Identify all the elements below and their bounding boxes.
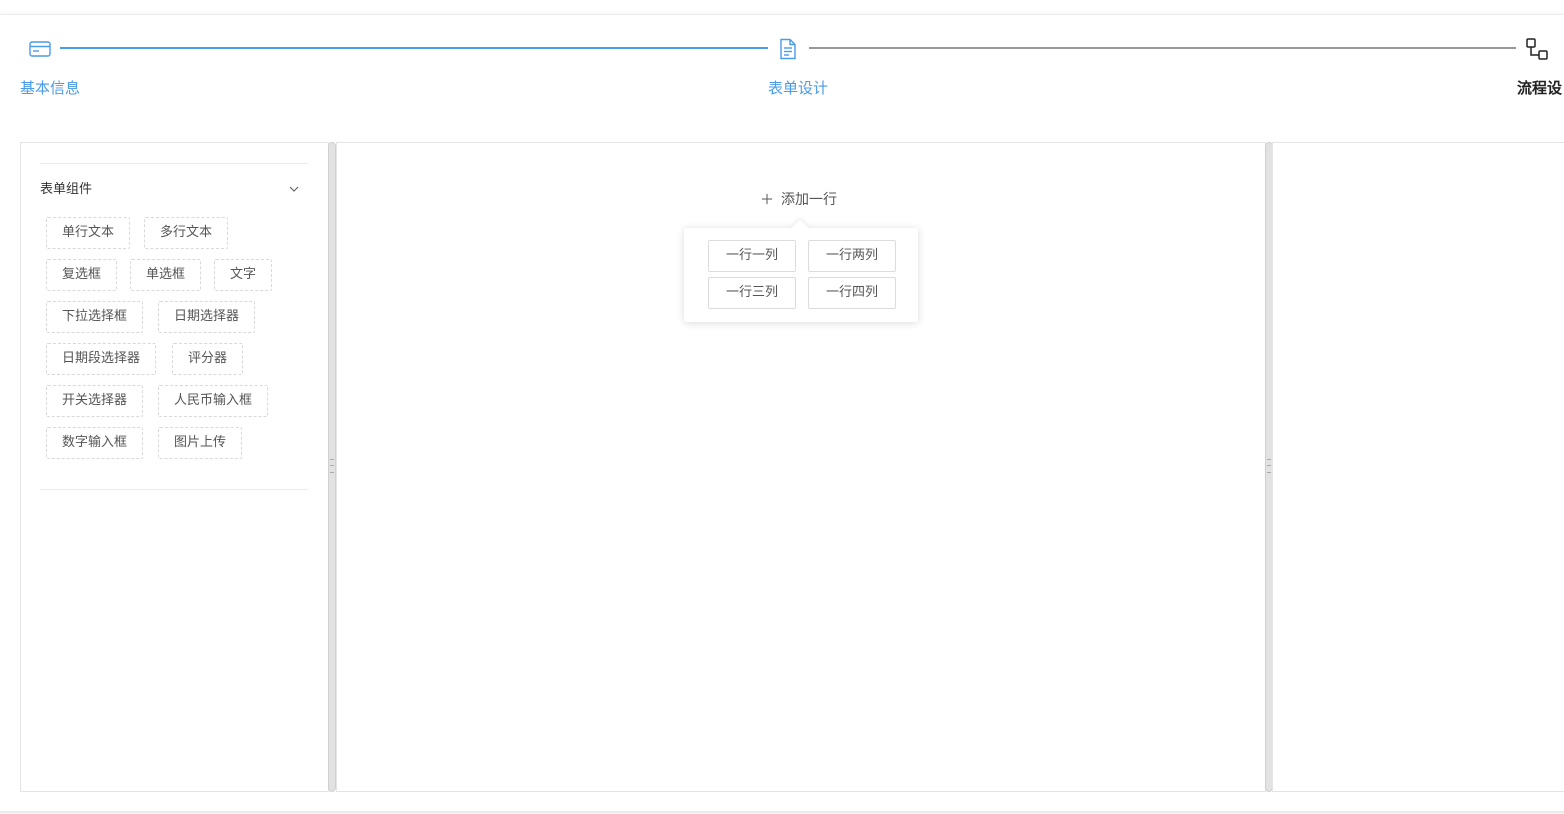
component-image-upload[interactable]: 图片上传: [158, 427, 243, 459]
step-label-basic-info[interactable]: 基本信息: [20, 77, 80, 98]
add-row-button[interactable]: 添加一行: [761, 189, 837, 209]
component-select[interactable]: 下拉选择框: [46, 301, 144, 333]
row-layout-popover: 一行一列 一行两列 一行三列 一行四列: [684, 228, 918, 322]
component-date-picker[interactable]: 日期选择器: [158, 301, 256, 333]
left-splitter[interactable]: [328, 142, 336, 792]
plus-icon: [761, 190, 775, 209]
component-text[interactable]: 文字: [214, 259, 273, 291]
component-single-line-text[interactable]: 单行文本: [46, 217, 131, 249]
step-label-form-design[interactable]: 表单设计: [768, 77, 828, 98]
properties-panel: [1272, 142, 1564, 792]
credit-card-icon[interactable]: [28, 37, 52, 61]
component-radio[interactable]: 单选框: [130, 259, 202, 291]
steps-bar: 基本信息 表单设计 流程设: [0, 14, 1564, 121]
add-row-label: 添加一行: [781, 192, 837, 208]
layout-four-columns[interactable]: 一行四列: [808, 277, 896, 309]
step-connector-2: [809, 47, 1516, 49]
component-multi-line-text[interactable]: 多行文本: [144, 217, 229, 249]
component-checkbox[interactable]: 复选框: [46, 259, 118, 291]
designer-workspace: 表单组件 单行文本 多行文本 复选框 单选框 文字 下拉选择框 日期选择器 日期…: [0, 121, 1564, 814]
component-date-range-picker[interactable]: 日期段选择器: [46, 343, 157, 375]
component-panel: 表单组件 单行文本 多行文本 复选框 单选框 文字 下拉选择框 日期选择器 日期…: [20, 142, 329, 792]
collapse-header-form-components[interactable]: 表单组件: [40, 176, 308, 198]
step-connector-1: [60, 47, 768, 49]
flow-nodes-icon[interactable]: [1525, 37, 1549, 61]
collapse-title: 表单组件: [40, 182, 93, 197]
document-icon[interactable]: [776, 37, 800, 61]
component-rate[interactable]: 评分器: [172, 343, 244, 375]
layout-two-columns[interactable]: 一行两列: [808, 240, 896, 272]
component-switch[interactable]: 开关选择器: [46, 385, 144, 417]
chevron-down-icon[interactable]: [288, 180, 300, 192]
layout-three-columns[interactable]: 一行三列: [708, 277, 796, 309]
component-collapse: 表单组件 单行文本 多行文本 复选框 单选框 文字 下拉选择框 日期选择器 日期…: [40, 163, 308, 490]
step-label-process-design[interactable]: 流程设: [1517, 77, 1562, 98]
layout-one-column[interactable]: 一行一列: [708, 240, 796, 272]
form-canvas: 添加一行 一行一列 一行两列 一行三列 一行四列: [336, 142, 1266, 792]
component-currency-input[interactable]: 人民币输入框: [158, 385, 269, 417]
component-number-input[interactable]: 数字输入框: [46, 427, 144, 459]
